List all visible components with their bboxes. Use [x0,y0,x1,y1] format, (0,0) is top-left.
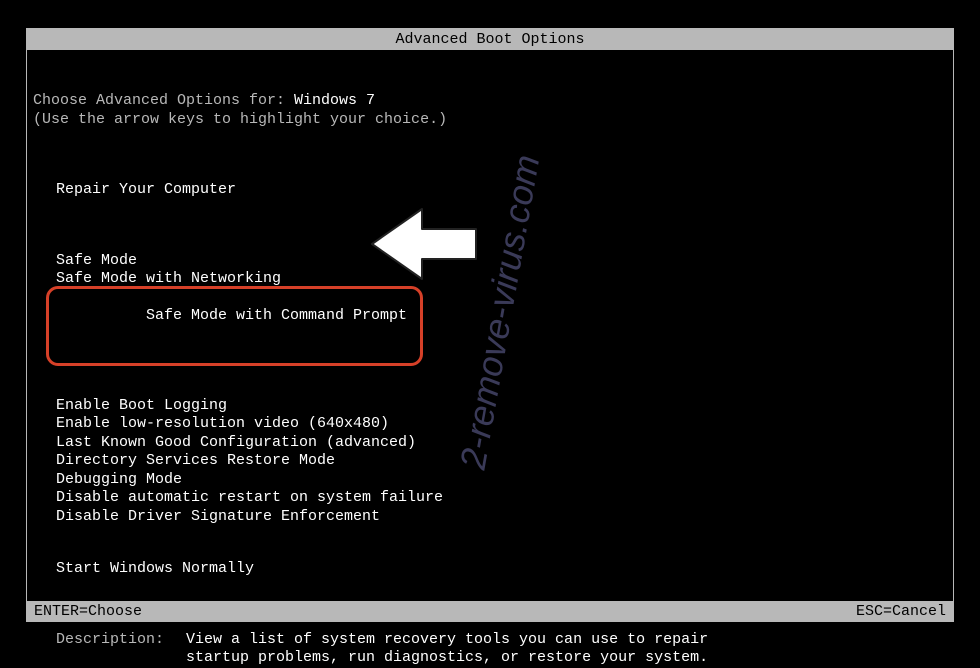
menu-item-start-normally[interactable]: Start Windows Normally [56,560,254,579]
footer-bar: ENTER=Choose ESC=Cancel [26,601,954,622]
menu-item-low-res-video[interactable]: Enable low-resolution video (640x480) [56,415,389,434]
menu-item-safe-mode[interactable]: Safe Mode [56,252,137,271]
menu-section: Repair Your Computer Safe Mode Safe Mode… [33,181,947,579]
menu-item-last-known-good[interactable]: Last Known Good Configuration (advanced) [56,434,416,453]
boot-options-frame: Advanced Boot Options Choose Advanced Op… [26,28,954,622]
description-row: Description: View a list of system recov… [33,631,947,668]
content-area: Choose Advanced Options for: Windows 7 (… [27,50,953,668]
menu-item-debugging-mode[interactable]: Debugging Mode [56,471,182,490]
instruction-line-2: (Use the arrow keys to highlight your ch… [33,111,947,130]
menu-item-boot-logging[interactable]: Enable Boot Logging [56,397,227,416]
description-label: Description: [56,631,186,650]
menu-item-safe-mode-cmd-prompt[interactable]: Safe Mode with Command Prompt [56,289,407,363]
title-text: Advanced Boot Options [395,31,584,48]
menu-item-disable-auto-restart[interactable]: Disable automatic restart on system fail… [56,489,443,508]
advanced-block: Enable Boot Logging Enable low-resolutio… [56,397,947,527]
menu-item-disable-driver-sig[interactable]: Disable Driver Signature Enforcement [56,508,380,527]
safe-mode-block: Safe Mode Safe Mode with Networking Safe… [56,252,947,363]
description-text: View a list of system recovery tools you… [186,631,746,668]
footer-esc-cancel: ESC=Cancel [856,603,946,620]
footer-enter-choose: ENTER=Choose [34,603,142,620]
instruction-prefix: Choose Advanced Options for: [33,92,294,109]
instruction-line-1: Choose Advanced Options for: Windows 7 [33,92,947,111]
start-block: Start Windows Normally [56,560,947,579]
os-name: Windows 7 [294,92,375,109]
menu-item-directory-services[interactable]: Directory Services Restore Mode [56,452,335,471]
title-bar: Advanced Boot Options [27,29,953,50]
menu-item-repair-computer[interactable]: Repair Your Computer [56,181,236,200]
highlight-ring-icon [46,286,423,366]
